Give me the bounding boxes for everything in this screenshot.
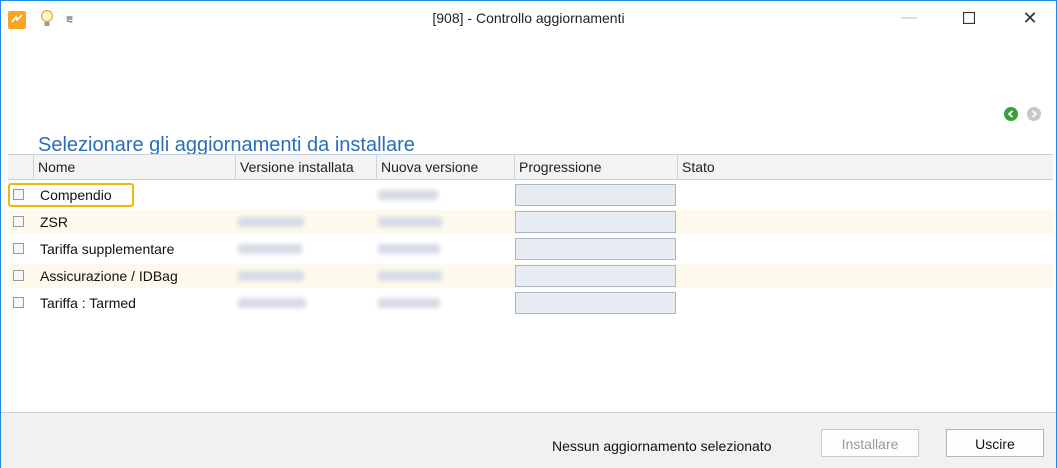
minimize-button[interactable]: —: [887, 5, 931, 31]
progress-bar: [515, 265, 676, 287]
status-text: Nessun aggiornamento selezionato: [552, 438, 772, 454]
arrow-left-icon: [1007, 110, 1014, 118]
grid-header: Nome Versione installata Nuova versione …: [8, 155, 1053, 180]
table-row[interactable]: Tariffa supplementare: [8, 237, 1053, 261]
footer-bar: Nessun aggiornamento selezionato Install…: [1, 412, 1056, 468]
table-row[interactable]: Compendio: [8, 183, 1053, 207]
table-row[interactable]: ZSR: [8, 210, 1053, 234]
new-version-value: [378, 244, 440, 254]
arrow-right-icon: [1031, 110, 1038, 118]
table-row[interactable]: Tariffa : Tarmed: [8, 291, 1053, 315]
column-header-name[interactable]: Nome: [33, 155, 235, 179]
installed-version-value: [238, 217, 304, 227]
close-button[interactable]: ✕: [1008, 5, 1052, 31]
progress-bar: [515, 184, 676, 206]
progress-bar: [515, 211, 676, 233]
updates-grid: Nome Versione installata Nuova versione …: [8, 154, 1053, 413]
install-button[interactable]: Installare: [821, 429, 919, 457]
row-checkbox[interactable]: [13, 216, 24, 227]
minimize-icon: —: [901, 9, 917, 26]
row-checkbox[interactable]: [13, 243, 24, 254]
progress-bar: [515, 238, 676, 260]
installed-version-value: [238, 271, 304, 281]
back-arrow-button[interactable]: [1004, 107, 1018, 121]
row-name: Assicurazione / IDBag: [40, 268, 178, 284]
column-header-progress[interactable]: Progressione: [514, 155, 677, 179]
new-version-value: [378, 190, 438, 200]
column-header-installed-version[interactable]: Versione installata: [235, 155, 376, 179]
new-version-value: [378, 298, 440, 308]
installed-version-value: [238, 244, 302, 254]
row-name: ZSR: [40, 214, 68, 230]
selection-highlight: [8, 183, 134, 207]
column-header-status[interactable]: Stato: [677, 155, 1053, 179]
exit-button[interactable]: Uscire: [946, 429, 1044, 457]
new-version-value: [378, 271, 442, 281]
maximize-button[interactable]: [947, 5, 991, 31]
column-header-new-version[interactable]: Nuova versione: [376, 155, 514, 179]
installed-version-value: [238, 298, 306, 308]
update-window: ⩳ [908] - Controllo aggiornamenti — ✕ Se…: [0, 0, 1057, 468]
row-name: Tariffa : Tarmed: [40, 295, 136, 311]
progress-bar: [515, 292, 676, 314]
table-row[interactable]: Assicurazione / IDBag: [8, 264, 1053, 288]
row-checkbox[interactable]: [13, 270, 24, 281]
new-version-value: [378, 217, 442, 227]
close-icon: ✕: [1022, 7, 1038, 28]
title-bar: ⩳ [908] - Controllo aggiornamenti — ✕: [1, 1, 1056, 35]
forward-arrow-button[interactable]: [1027, 107, 1041, 121]
row-name: Tariffa supplementare: [40, 241, 175, 257]
maximize-icon: [963, 12, 975, 24]
row-checkbox[interactable]: [13, 297, 24, 308]
